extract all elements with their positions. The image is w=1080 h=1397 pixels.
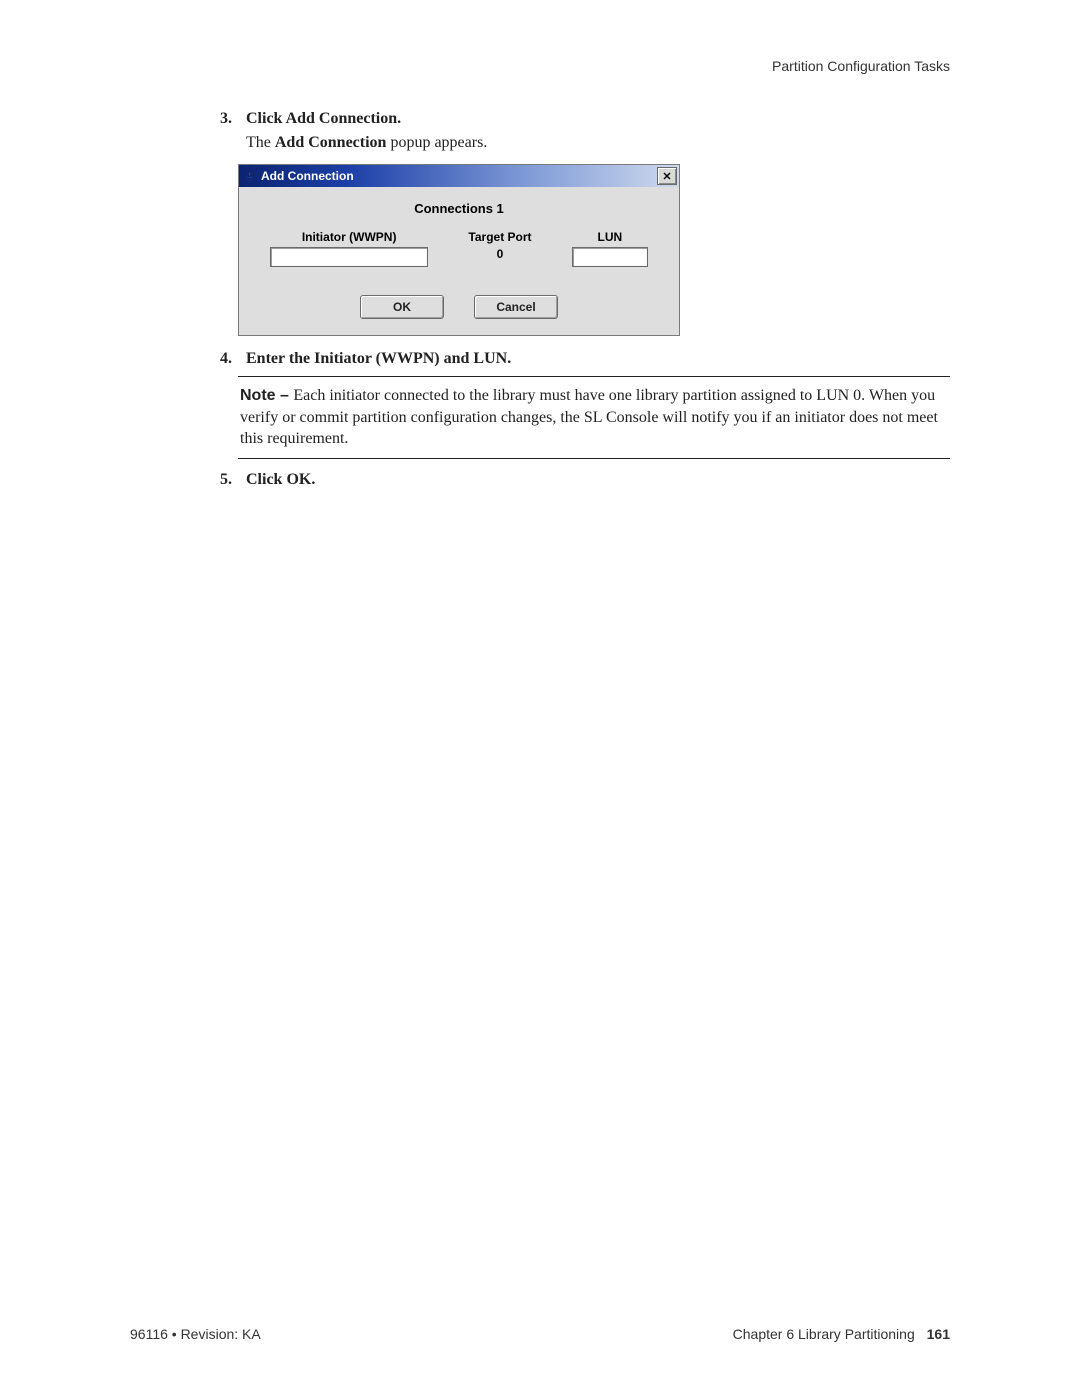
footer-right: Chapter 6 Library Partitioning 161 — [733, 1326, 950, 1342]
lun-label: LUN — [597, 230, 622, 244]
initiator-field: Initiator (WWPN) — [270, 230, 428, 267]
footer-page-number: 161 — [927, 1326, 950, 1342]
step-3: 3. Click Add Connection. — [220, 110, 950, 128]
java-icon — [243, 169, 257, 183]
lun-input[interactable] — [572, 247, 648, 267]
dialog-title: Add Connection — [261, 169, 657, 183]
dialog-close-button[interactable]: ✕ — [657, 167, 677, 185]
footer-left: 96116 • Revision: KA — [130, 1326, 261, 1342]
note-body: Each initiator connected to the library … — [240, 387, 938, 447]
cancel-button[interactable]: Cancel — [474, 295, 558, 319]
step-5: 5. Click OK. — [220, 471, 950, 489]
step-4-text: Enter the Initiator (WWPN) and LUN. — [246, 350, 511, 368]
step-3-text: Click Add Connection. — [246, 110, 401, 128]
step-4: 4. Enter the Initiator (WWPN) and LUN. — [220, 350, 950, 368]
lun-field: LUN — [572, 230, 648, 267]
dialog-body: Connections 1 Initiator (WWPN) Target Po… — [239, 187, 679, 335]
dialog-fields: Initiator (WWPN) Target Port 0 LUN — [255, 230, 663, 267]
footer-chapter: Chapter 6 Library Partitioning — [733, 1326, 915, 1342]
dialog-titlebar: Add Connection ✕ — [239, 165, 679, 187]
dialog-button-row: OK Cancel — [255, 295, 663, 319]
step-5-number: 5. — [220, 471, 238, 489]
target-port-label: Target Port — [468, 230, 531, 244]
step-3-followup-bold: Add Connection — [275, 134, 387, 151]
step-3-number: 3. — [220, 110, 238, 128]
add-connection-dialog: Add Connection ✕ Connections 1 Initiator… — [238, 164, 680, 336]
step-3-followup-suffix: popup appears. — [386, 134, 487, 151]
note-label: Note – — [240, 387, 293, 404]
main-content: 3. Click Add Connection. The Add Connect… — [220, 110, 950, 495]
note-block: Note – Each initiator connected to the l… — [238, 376, 950, 459]
running-head: Partition Configuration Tasks — [772, 58, 950, 74]
target-port-field: Target Port 0 — [468, 230, 531, 261]
ok-button[interactable]: OK — [360, 295, 444, 319]
step-3-followup-prefix: The — [246, 134, 275, 151]
initiator-input[interactable] — [270, 247, 428, 267]
initiator-label: Initiator (WWPN) — [302, 230, 397, 244]
connections-heading: Connections 1 — [255, 201, 663, 216]
step-5-text: Click OK. — [246, 471, 315, 489]
step-4-number: 4. — [220, 350, 238, 368]
target-port-value: 0 — [497, 247, 504, 261]
step-3-followup: The Add Connection popup appears. — [246, 134, 950, 152]
page-footer: 96116 • Revision: KA Chapter 6 Library P… — [130, 1326, 950, 1342]
